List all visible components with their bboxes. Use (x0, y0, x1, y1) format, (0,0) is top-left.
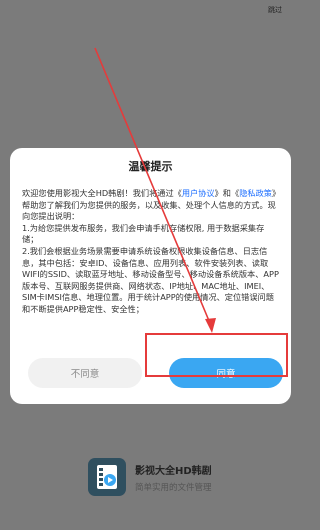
permission-item-1: 1.为给您提供发布服务，我们会申请手机存储权限, 用于数据采集存储； (22, 222, 265, 245)
privacy-policy-link[interactable]: 隐私政策 (239, 188, 272, 198)
disagree-button[interactable]: 不同意 (28, 358, 142, 388)
app-name: 影视大全HD韩剧 (135, 465, 212, 477)
intro-text-2: 》和 (214, 188, 231, 198)
dialog-body: 欢迎您使用影视大全HD韩剧！我们将通过《用户协议》和《隐私政策》帮助您了解我们为… (22, 188, 279, 316)
agree-button[interactable]: 同意 (169, 358, 283, 388)
user-agreement-link[interactable]: 用户协议 (182, 188, 215, 198)
intro-paragraph: 欢迎您使用影视大全HD韩剧！我们将通过《用户协议》和《隐私政策》帮助您了解我们为… (22, 188, 279, 223)
dialog-title: 温馨提示 (128, 160, 173, 173)
app-branding: 影视大全HD韩剧 简单实用的文件管理 (88, 458, 212, 496)
app-tagline: 简单实用的文件管理 (135, 482, 212, 493)
skip-button[interactable]: 跳过 (268, 5, 282, 15)
app-logo-icon (88, 458, 126, 496)
privacy-link-open: 《 (231, 188, 240, 198)
permission-item-2: 2.我们会根据业务场景需要申请系统设备权限收集设备信息、日志信息，其中包括：安卓… (22, 245, 279, 314)
privacy-dialog: 温馨提示 欢迎您使用影视大全HD韩剧！我们将通过《用户协议》和《隐私政策》帮助您… (10, 148, 291, 404)
intro-text-1: 欢迎您使用影视大全HD韩剧！我们将通过《 (22, 188, 182, 198)
dialog-actions: 不同意 同意 (20, 358, 283, 388)
